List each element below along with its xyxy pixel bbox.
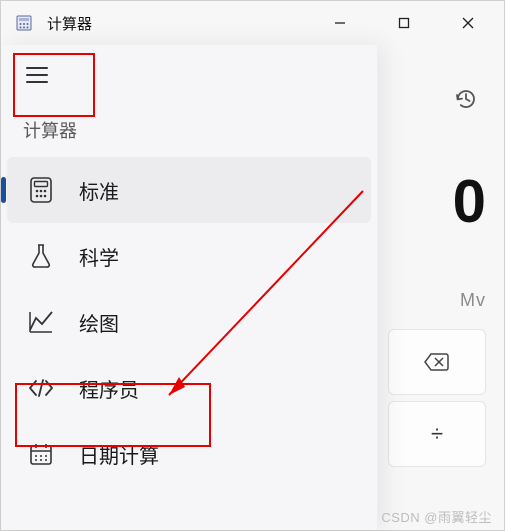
nav-item-standard[interactable]: 标准 xyxy=(7,157,371,223)
minimize-button[interactable] xyxy=(308,1,372,45)
nav-item-label: 程序员 xyxy=(79,374,139,403)
code-icon xyxy=(25,372,57,404)
calendar-icon xyxy=(25,438,57,470)
nav-item-scientific[interactable]: 科学 xyxy=(7,223,371,289)
history-button[interactable] xyxy=(446,79,486,119)
nav-item-graphing[interactable]: 绘图 xyxy=(7,289,371,355)
close-button[interactable] xyxy=(436,1,500,45)
memory-label: Mv xyxy=(460,290,486,311)
divide-key[interactable]: ÷ xyxy=(388,401,486,467)
nav-section-label: 计算器 xyxy=(1,99,377,157)
memory-dropdown[interactable]: Mv xyxy=(460,290,486,311)
nav-item-label: 标准 xyxy=(79,176,119,205)
title-bar: 计算器 xyxy=(1,1,504,45)
navigation-panel: 计算器 标准 科学 xyxy=(1,45,378,530)
watermark: CSDN @雨翼轻尘 xyxy=(381,507,492,526)
calculator-icon xyxy=(25,174,57,206)
nav-item-date[interactable]: 日期计算 xyxy=(7,421,371,487)
flask-icon xyxy=(25,240,57,272)
nav-item-label: 日期计算 xyxy=(79,440,159,469)
maximize-button[interactable] xyxy=(372,1,436,45)
hamburger-button[interactable] xyxy=(11,51,63,99)
graph-icon xyxy=(25,306,57,338)
display-value: 0 xyxy=(453,167,486,236)
window-title: 计算器 xyxy=(47,13,92,34)
calculator-pane: 0 Mv ÷ xyxy=(378,45,504,530)
nav-item-label: 科学 xyxy=(79,242,119,271)
nav-item-programmer[interactable]: 程序员 xyxy=(7,355,371,421)
backspace-key[interactable] xyxy=(388,329,486,395)
nav-item-label: 绘图 xyxy=(79,308,119,337)
app-icon xyxy=(15,14,33,32)
